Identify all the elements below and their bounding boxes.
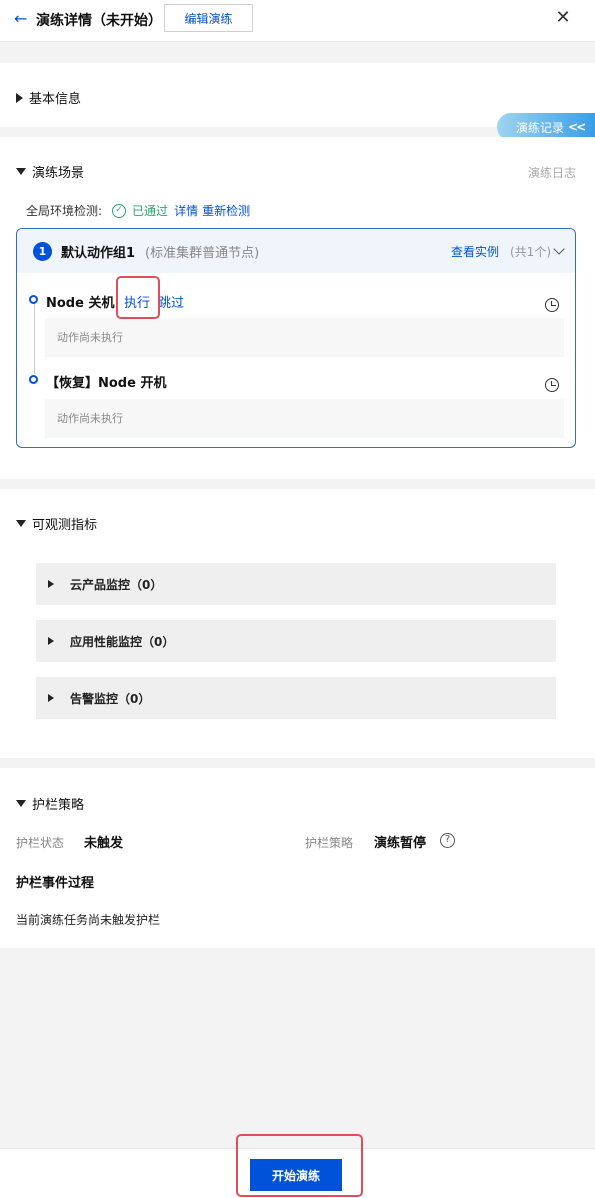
page-title: 演练详情（未开始） bbox=[36, 13, 162, 29]
guardrail-policy-value: 演练暂停 bbox=[374, 836, 427, 851]
scene-section: 演练场景 演练日志 全局环境检测: ✓ 已通过 详情 重新检测 1 默认动作组1… bbox=[0, 137, 595, 479]
expand-triangle-icon bbox=[48, 637, 54, 645]
guardrail-events-text: 当前演练任务尚未触发护栏 bbox=[16, 913, 161, 927]
guardrail-state-label: 护栏状态 bbox=[16, 836, 65, 850]
drill-record-label: 演练记录 bbox=[516, 120, 565, 135]
back-arrow-icon[interactable]: ← bbox=[14, 9, 34, 29]
view-instances-link[interactable]: 查看实例 bbox=[451, 243, 499, 260]
chevron-down-icon[interactable] bbox=[553, 243, 565, 255]
guardrail-state-value: 未触发 bbox=[84, 836, 124, 851]
group-name: 默认动作组1 bbox=[61, 246, 136, 261]
action-status-box: 动作尚未执行 bbox=[45, 318, 564, 357]
env-check: 全局环境检测: ✓ 已通过 详情 重新检测 bbox=[26, 202, 254, 219]
clock-icon[interactable] bbox=[545, 298, 559, 312]
scene-title: 演练场景 bbox=[32, 166, 85, 181]
footer: 开始演练 bbox=[0, 1148, 595, 1198]
drill-log-link[interactable]: 演练日志 bbox=[528, 164, 576, 181]
action-group-header: 1 默认动作组1 (标准集群普通节点) 查看实例 (共1个) bbox=[17, 229, 575, 273]
metric-row-apm[interactable]: 应用性能监控（0） bbox=[36, 620, 556, 662]
metric-row-cloud[interactable]: 云产品监控（0） bbox=[36, 563, 556, 605]
skip-link[interactable]: 跳过 bbox=[158, 292, 184, 311]
guardrail-title: 护栏策略 bbox=[32, 798, 85, 813]
guardrail-events-title: 护栏事件过程 bbox=[16, 876, 95, 891]
timeline-line bbox=[34, 300, 35, 374]
env-recheck-link[interactable]: 重新检测 bbox=[202, 202, 250, 219]
timeline-dot bbox=[29, 375, 38, 384]
metric-row-alarm[interactable]: 告警监控（0） bbox=[36, 677, 556, 719]
action-group-card: 1 默认动作组1 (标准集群普通节点) 查看实例 (共1个) Node 关机 执… bbox=[16, 228, 576, 448]
clock-icon[interactable] bbox=[545, 378, 559, 392]
scene-toggle[interactable]: 演练场景 bbox=[16, 162, 84, 181]
start-drill-button[interactable]: 开始演练 bbox=[250, 1159, 342, 1191]
expand-triangle-icon bbox=[16, 92, 23, 103]
metric-label: 云产品监控（0） bbox=[70, 577, 163, 592]
metrics-section: 可观测指标 云产品监控（0） 应用性能监控（0） 告警监控（0） bbox=[0, 489, 595, 758]
help-icon[interactable]: ? bbox=[440, 833, 455, 848]
group-index-badge: 1 bbox=[33, 242, 52, 261]
expand-triangle-icon bbox=[48, 580, 54, 588]
guardrail-toggle[interactable]: 护栏策略 bbox=[16, 794, 84, 813]
metrics-toggle[interactable]: 可观测指标 bbox=[16, 514, 97, 533]
collapse-triangle-icon bbox=[16, 168, 26, 175]
guardrail-policy-label: 护栏策略 bbox=[305, 836, 354, 850]
env-check-status: 已通过 bbox=[132, 204, 169, 218]
expand-triangle-icon bbox=[48, 694, 54, 702]
instance-count: (共1个) bbox=[510, 245, 551, 259]
basic-info-title: 基本信息 bbox=[29, 92, 82, 107]
action-status-box: 动作尚未执行 bbox=[45, 399, 564, 438]
execute-link[interactable]: 执行 bbox=[124, 292, 150, 311]
env-check-label: 全局环境检测: bbox=[26, 204, 103, 218]
close-icon[interactable]: ✕ bbox=[553, 8, 573, 28]
action-name: Node 关机 bbox=[46, 296, 115, 311]
timeline-dot bbox=[29, 295, 38, 304]
env-detail-link[interactable]: 详情 bbox=[174, 202, 198, 219]
metric-label: 应用性能监控（0） bbox=[70, 634, 175, 649]
collapse-triangle-icon bbox=[16, 520, 26, 527]
header: ← 演练详情（未开始） 编辑演练 ✕ bbox=[0, 0, 595, 42]
basic-info-toggle[interactable]: 基本信息 bbox=[16, 88, 81, 107]
collapse-triangle-icon bbox=[16, 800, 26, 807]
group-subtitle: (标准集群普通节点) bbox=[145, 246, 260, 261]
guardrail-section: 护栏策略 护栏状态 未触发 护栏策略 演练暂停 ? 护栏事件过程 当前演练任务尚… bbox=[0, 768, 595, 948]
metric-label: 告警监控（0） bbox=[70, 691, 151, 706]
edit-drill-button[interactable]: 编辑演练 bbox=[164, 4, 253, 32]
metrics-title: 可观测指标 bbox=[32, 518, 98, 533]
double-chevron-left-icon: << bbox=[568, 120, 586, 134]
action-name: 【恢复】Node 开机 bbox=[46, 376, 167, 391]
check-circle-icon: ✓ bbox=[112, 203, 127, 218]
